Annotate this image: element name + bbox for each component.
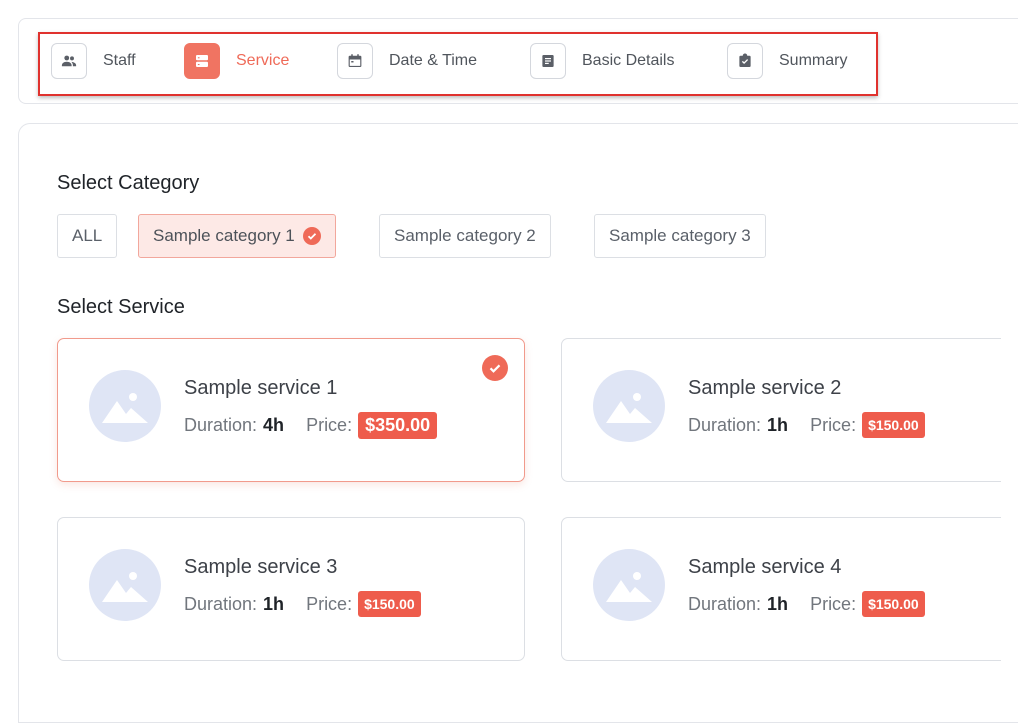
select-service-heading: Select Service xyxy=(57,296,185,318)
category-label: Sample category 1 xyxy=(153,226,295,245)
image-placeholder-icon xyxy=(89,549,161,621)
service-card-2[interactable]: Sample service 2 Duration: 1h Price: $15… xyxy=(561,338,1001,482)
duration-label: Duration: xyxy=(184,415,258,435)
duration-label: Duration: xyxy=(688,414,762,435)
clipboard-check-icon xyxy=(727,43,763,79)
price-badge: $150.00 xyxy=(862,412,925,438)
price-badge: $350.00 xyxy=(358,412,438,439)
duration-label: Duration: xyxy=(184,593,258,614)
duration-value: 1h xyxy=(263,593,285,614)
step-label: Service xyxy=(236,52,290,69)
step-staff[interactable]: Staff xyxy=(51,42,136,80)
image-placeholder-icon xyxy=(593,370,665,442)
people-icon xyxy=(51,43,87,79)
select-category-heading: Select Category xyxy=(57,172,200,194)
service-meta: Duration: 1h Price: $150.00 xyxy=(184,591,421,617)
service-card-3[interactable]: Sample service 3 Duration: 1h Price: $15… xyxy=(57,517,525,661)
service-meta: Duration: 1h Price: $150.00 xyxy=(688,591,925,617)
step-date-time[interactable]: Date & Time xyxy=(337,42,477,80)
duration-value: 1h xyxy=(767,414,789,435)
service-card-1[interactable]: Sample service 1 Duration: 4h Price: $35… xyxy=(57,338,525,482)
category-all-button[interactable]: ALL xyxy=(57,214,118,258)
service-meta: Duration: 4h Price: $350.00 xyxy=(184,412,438,439)
service-name: Sample service 3 xyxy=(184,556,338,578)
step-basic-details[interactable]: Basic Details xyxy=(530,42,674,80)
category-2-button[interactable]: Sample category 2 xyxy=(379,214,551,258)
service-name: Sample service 1 xyxy=(184,377,338,399)
duration-value: 1h xyxy=(767,593,789,614)
image-placeholder-icon xyxy=(89,370,161,442)
step-label: Basic Details xyxy=(582,52,675,69)
step-summary[interactable]: Summary xyxy=(727,42,847,80)
duration-value: 4h xyxy=(263,415,285,435)
step-service[interactable]: Service xyxy=(184,42,289,80)
category-3-button[interactable]: Sample category 3 xyxy=(594,214,766,258)
price-label: Price: xyxy=(306,593,353,614)
price-badge: $150.00 xyxy=(862,591,925,617)
category-label: Sample category 3 xyxy=(609,226,751,245)
step-label: Date & Time xyxy=(389,52,478,69)
check-circle-icon xyxy=(482,355,508,381)
step-label: Staff xyxy=(103,52,136,69)
category-label: ALL xyxy=(72,226,103,245)
document-icon xyxy=(530,43,566,79)
step-label: Summary xyxy=(779,52,848,69)
price-label: Price: xyxy=(810,414,857,435)
category-1-button[interactable]: Sample category 1 xyxy=(138,214,336,258)
image-placeholder-icon xyxy=(593,549,665,621)
calendar-icon xyxy=(337,43,373,79)
service-name: Sample service 4 xyxy=(688,556,842,578)
service-card-4[interactable]: Sample service 4 Duration: 1h Price: $15… xyxy=(561,517,1001,661)
price-badge: $150.00 xyxy=(358,591,421,617)
check-circle-icon xyxy=(302,227,321,245)
service-meta: Duration: 1h Price: $150.00 xyxy=(688,412,925,438)
service-name: Sample service 2 xyxy=(688,377,842,399)
server-icon xyxy=(184,43,220,79)
category-label: Sample category 2 xyxy=(394,226,536,245)
duration-label: Duration: xyxy=(688,593,762,614)
price-label: Price: xyxy=(306,415,353,435)
price-label: Price: xyxy=(810,593,857,614)
